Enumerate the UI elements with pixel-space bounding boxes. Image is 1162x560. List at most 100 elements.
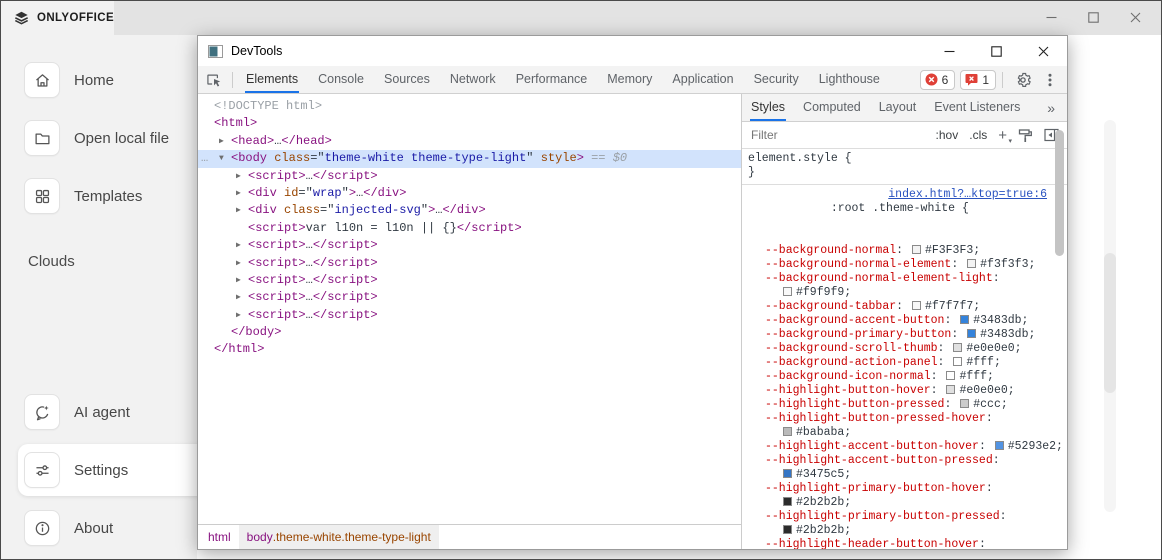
color-swatch[interactable] <box>783 287 792 296</box>
css-property[interactable]: --background-normal-element: #f3f3f3; <box>748 258 1061 272</box>
color-swatch[interactable] <box>783 469 792 478</box>
devtools-tab-performance[interactable]: Performance <box>506 66 598 93</box>
errors-badge[interactable]: 6 <box>919 69 956 90</box>
css-property[interactable]: --background-accent-button: #3483db; <box>748 314 1061 328</box>
issues-badge[interactable]: 1 <box>960 69 996 90</box>
color-swatch[interactable] <box>911 301 921 310</box>
expand-arrow-icon[interactable]: ▶ <box>236 289 241 306</box>
css-property[interactable]: --highlight-primary-button-pressed: <box>748 510 1061 524</box>
more-tabs-button[interactable]: » <box>1047 100 1067 116</box>
css-property[interactable]: --highlight-accent-button-hover: #5293e2… <box>748 440 1063 454</box>
rule-source-link[interactable]: index.html?…ktop=true:6 <box>888 188 1047 202</box>
devtools-close-button[interactable] <box>1020 36 1067 66</box>
inspect-element-button[interactable] <box>198 72 229 88</box>
expand-arrow-icon[interactable]: ▶ <box>236 168 241 185</box>
tree-node[interactable]: ▶ <script>…</script> <box>198 237 741 254</box>
color-swatch[interactable] <box>783 427 792 436</box>
tree-node[interactable]: <!DOCTYPE html> <box>198 98 741 115</box>
css-property[interactable]: --background-normal: #F3F3F3; <box>748 244 1061 258</box>
devtools-tab-elements[interactable]: Elements <box>236 66 308 93</box>
expand-arrow-icon[interactable]: ▶ <box>236 237 241 254</box>
styles-scrollbar-thumb[interactable] <box>1055 130 1064 256</box>
toggle-class-button[interactable]: .cls <box>969 128 987 142</box>
tree-node[interactable]: ▶ <script>…</script> <box>198 289 741 306</box>
devtools-tab-sources[interactable]: Sources <box>374 66 440 93</box>
color-swatch[interactable] <box>967 329 977 338</box>
app-close-button[interactable] <box>1114 0 1156 35</box>
breadcrumb-item[interactable]: body .theme-white.theme-type-light <box>238 525 439 549</box>
color-swatch[interactable] <box>783 525 792 534</box>
devtools-tab-lighthouse[interactable]: Lighthouse <box>809 66 890 93</box>
rendering-emulation-button[interactable] <box>1018 128 1033 143</box>
expand-arrow-icon[interactable]: ▶ <box>236 255 241 272</box>
tree-node[interactable]: ▶ <script>…</script> <box>198 307 741 324</box>
css-property[interactable]: --background-scroll-thumb: #e0e0e0; <box>748 342 1061 356</box>
css-property[interactable]: --background-tabbar: #f7f7f7; <box>748 300 1061 314</box>
sidebar-item-about[interactable]: About <box>0 499 197 557</box>
color-swatch[interactable] <box>953 343 963 352</box>
devtools-settings-button[interactable] <box>1009 72 1037 88</box>
tree-node[interactable]: ▶ <div id="wrap">…</div> <box>198 185 741 202</box>
css-property[interactable]: --highlight-button-pressed: #ccc; <box>748 398 1061 412</box>
tree-node[interactable]: <script>var l10n = l10n || {}</script> <box>198 220 741 237</box>
color-swatch[interactable] <box>953 357 963 366</box>
devtools-minimize-button[interactable] <box>926 36 973 66</box>
css-property[interactable]: --highlight-accent-button-pressed: <box>748 454 1061 468</box>
sidebar-item-settings[interactable]: Settings <box>0 441 221 499</box>
expand-arrow-icon[interactable]: ▶ <box>236 272 241 289</box>
tree-node[interactable]: ▶ <script>…</script> <box>198 168 741 185</box>
app-logo-tab[interactable]: ONLYOFFICE <box>0 0 114 35</box>
styles-tab-event-listeners[interactable]: Event Listeners <box>925 94 1029 121</box>
tree-node[interactable]: <html> <box>198 115 741 132</box>
devtools-tab-console[interactable]: Console <box>308 66 374 93</box>
styles-filter-input[interactable] <box>749 127 930 143</box>
css-property[interactable]: --highlight-primary-button-hover: <box>748 482 1061 496</box>
sidebar-item-ai-agent[interactable]: AI agent <box>0 383 197 441</box>
sidebar-item-home[interactable]: Home <box>0 51 197 109</box>
devtools-menu-button[interactable] <box>1037 72 1059 88</box>
css-property-value-line[interactable]: #bababa; <box>748 426 1061 440</box>
devtools-maximize-button[interactable] <box>973 36 1020 66</box>
css-property-value-line[interactable]: #3475c5; <box>748 468 1061 482</box>
color-swatch[interactable] <box>946 371 956 380</box>
color-swatch[interactable] <box>994 441 1004 450</box>
tree-node[interactable]: ▶ <head>…</head> <box>198 133 741 150</box>
css-property[interactable]: --highlight-button-pressed-hover: <box>748 412 1061 426</box>
css-property[interactable]: --background-icon-normal: #fff; <box>748 370 1061 384</box>
tree-node[interactable]: ▶ <script>…</script> <box>198 255 741 272</box>
css-property-value-line[interactable]: #2b2b2b; <box>748 524 1061 538</box>
element-style-block[interactable]: element.style { } <box>742 149 1067 185</box>
tree-node[interactable]: ▶ <div class="injected-svg">…</div> <box>198 202 741 219</box>
color-swatch[interactable] <box>911 245 921 254</box>
tree-node[interactable]: </html> <box>198 341 741 358</box>
expand-arrow-icon[interactable]: ▶ <box>219 133 224 150</box>
rule-selector[interactable]: :root .theme-white { <box>831 202 969 215</box>
app-scrollbar-thumb[interactable] <box>1104 253 1116 393</box>
css-property[interactable]: --background-primary-button: #3483db; <box>748 328 1061 342</box>
devtools-tab-application[interactable]: Application <box>662 66 743 93</box>
new-style-rule-button[interactable]: + ▾ <box>998 128 1012 145</box>
devtools-tab-memory[interactable]: Memory <box>597 66 662 93</box>
toggle-hover-state-button[interactable]: :hov <box>936 128 959 142</box>
css-property[interactable]: --background-action-panel: #fff; <box>748 356 1061 370</box>
devtools-tab-network[interactable]: Network <box>440 66 506 93</box>
css-property-value-line[interactable]: #f9f9f9; <box>748 286 1061 300</box>
styles-tab-layout[interactable]: Layout <box>870 94 926 121</box>
css-property[interactable]: --background-normal-element-light: <box>748 272 1061 286</box>
styles-tab-computed[interactable]: Computed <box>794 94 870 121</box>
sidebar-item-templates[interactable]: Templates <box>0 167 197 225</box>
css-property-value-line[interactable]: #2b2b2b; <box>748 496 1061 510</box>
expand-arrow-icon[interactable]: ▶ <box>236 202 241 219</box>
css-property[interactable]: --highlight-header-button-hover: <box>748 538 1061 549</box>
expand-arrow-icon[interactable]: ▶ <box>236 185 241 202</box>
app-minimize-button[interactable] <box>1030 0 1072 35</box>
color-swatch[interactable] <box>967 259 977 268</box>
devtools-tab-security[interactable]: Security <box>744 66 809 93</box>
css-property[interactable]: --highlight-button-hover: #e0e0e0; <box>748 384 1061 398</box>
app-maximize-button[interactable] <box>1072 0 1114 35</box>
sidebar-item-open-local-file[interactable]: Open local file <box>0 109 197 167</box>
tree-node[interactable]: ▶ <script>…</script> <box>198 272 741 289</box>
breadcrumb-item[interactable]: html <box>200 525 239 549</box>
color-swatch[interactable] <box>960 399 970 408</box>
color-swatch[interactable] <box>960 315 970 324</box>
